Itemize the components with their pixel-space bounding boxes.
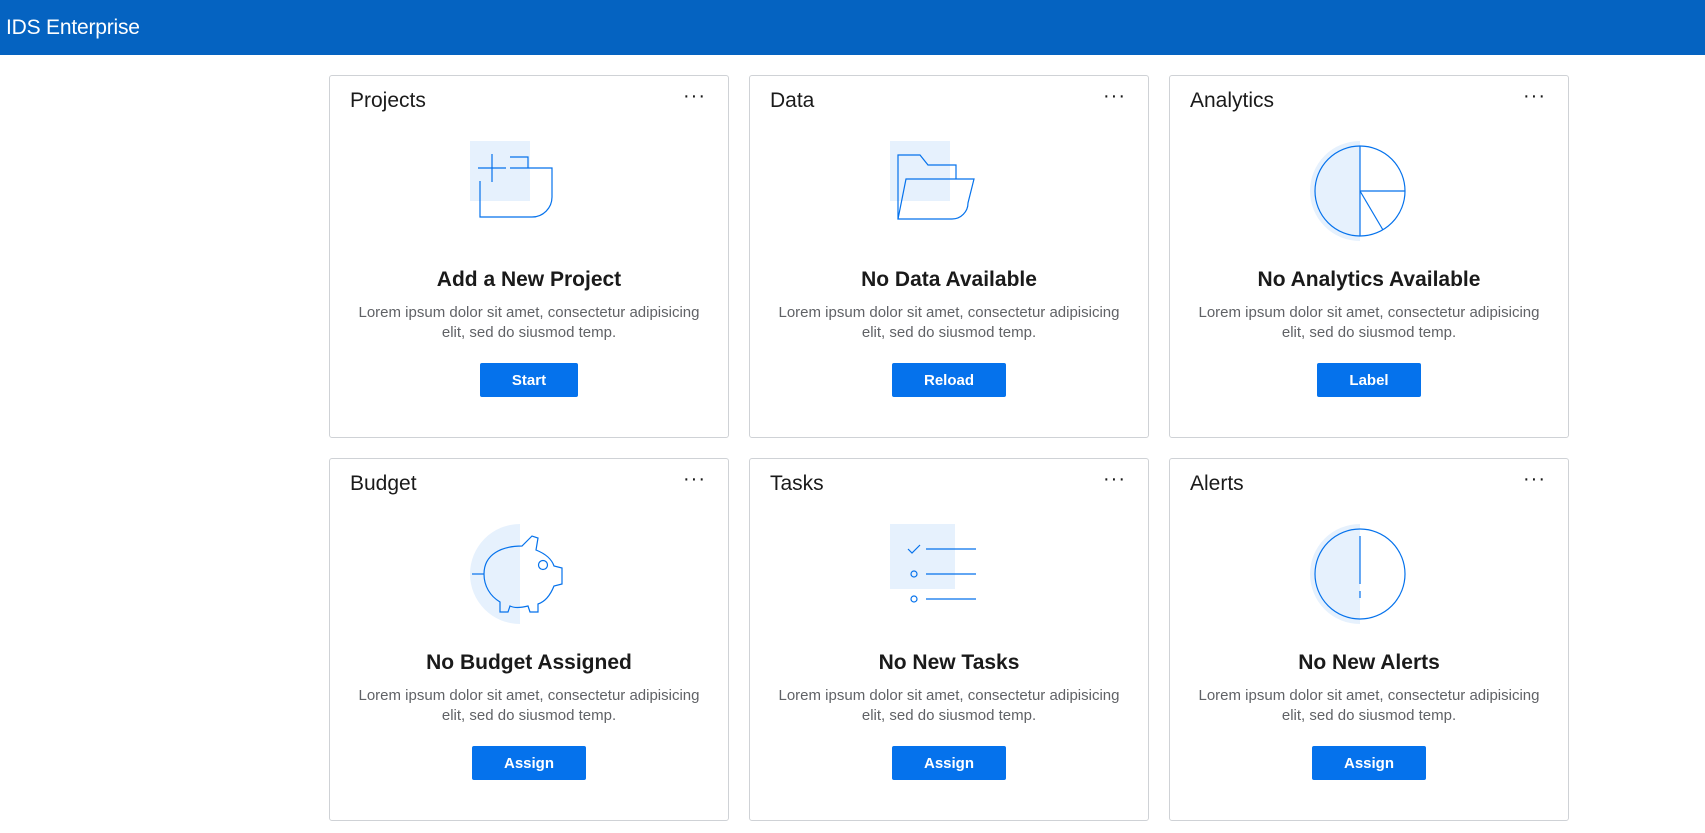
assign-button[interactable]: Assign	[891, 746, 1006, 780]
card-title: Budget	[350, 472, 417, 495]
card-projects: Projects ··· Add a New Project Lorem ips…	[329, 75, 729, 438]
card-tasks: Tasks ··· No New Tasks Lorem ipsum dolor…	[749, 458, 1149, 821]
card-alerts: Alerts ··· No New Alerts Lorem ipsum dol…	[1169, 458, 1569, 821]
card-grid: Projects ··· Add a New Project Lorem ips…	[329, 75, 1569, 821]
task-list-icon	[890, 524, 1010, 634]
assign-button[interactable]: Assign	[471, 746, 586, 780]
pie-chart-icon	[1310, 141, 1430, 251]
card-title: Tasks	[770, 472, 824, 495]
empty-state-description: Lorem ipsum dolor sit amet, consectetur …	[778, 304, 1120, 341]
empty-state-title: No New Alerts	[1298, 651, 1440, 674]
app-title: IDS Enterprise	[6, 15, 140, 39]
more-actions-icon[interactable]: ···	[683, 469, 706, 489]
card-title: Projects	[350, 89, 426, 112]
start-button[interactable]: Start	[479, 363, 579, 397]
empty-state-description: Lorem ipsum dolor sit amet, consectetur …	[1198, 687, 1540, 724]
folder-icon	[890, 141, 1010, 251]
empty-state-description: Lorem ipsum dolor sit amet, consectetur …	[358, 304, 700, 341]
card-analytics: Analytics ··· No Analytics Available Lor…	[1169, 75, 1569, 438]
more-actions-icon[interactable]: ···	[1523, 469, 1546, 489]
empty-state-title: Add a New Project	[436, 268, 622, 291]
assign-button[interactable]: Assign	[1311, 746, 1426, 780]
piggy-bank-icon	[470, 524, 590, 634]
card-title: Analytics	[1190, 89, 1275, 112]
card-title: Alerts	[1190, 472, 1244, 495]
empty-state-description: Lorem ipsum dolor sit amet, consectetur …	[1198, 304, 1540, 341]
card-budget: Budget ··· No Budget Assigned Lorem ipsu…	[329, 458, 729, 821]
app-header: IDS Enterprise	[0, 0, 1705, 55]
more-actions-icon[interactable]: ···	[683, 86, 706, 106]
empty-state-title: No Data Available	[861, 268, 1037, 291]
more-actions-icon[interactable]: ···	[1103, 86, 1126, 106]
alert-icon	[1310, 524, 1430, 634]
empty-state-description: Lorem ipsum dolor sit amet, consectetur …	[778, 687, 1120, 724]
card-data: Data ··· No Data Available Lorem ipsum d…	[749, 75, 1149, 438]
empty-state-title: No Analytics Available	[1257, 268, 1481, 291]
more-actions-icon[interactable]: ···	[1523, 86, 1546, 106]
reload-button[interactable]: Reload	[891, 363, 1006, 397]
label-button[interactable]: Label	[1317, 363, 1421, 397]
card-title: Data	[770, 89, 815, 112]
more-actions-icon[interactable]: ···	[1103, 469, 1126, 489]
empty-state-title: No New Tasks	[878, 651, 1020, 674]
new-project-icon	[470, 141, 590, 251]
empty-state-description: Lorem ipsum dolor sit amet, consectetur …	[358, 687, 700, 724]
empty-state-title: No Budget Assigned	[426, 651, 632, 674]
